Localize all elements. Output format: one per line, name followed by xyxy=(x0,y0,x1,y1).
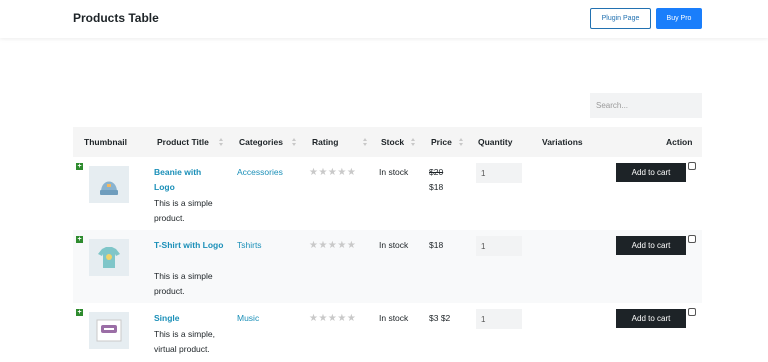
column-categories[interactable]: Categories xyxy=(239,127,283,157)
stock-status: In stock xyxy=(379,240,409,250)
expand-row-icon[interactable]: + xyxy=(76,309,83,316)
table-header: Thumbnail Product Title Categories Ratin… xyxy=(73,127,702,157)
sale-price: $18 xyxy=(429,182,444,192)
expand-row-icon[interactable]: + xyxy=(76,163,83,170)
select-checkbox[interactable] xyxy=(688,308,696,316)
product-category-link[interactable]: Tshirts xyxy=(237,238,262,253)
add-to-cart-button[interactable]: Add to cart xyxy=(616,309,686,328)
buy-pro-button[interactable]: Buy Pro xyxy=(656,8,702,29)
select-checkbox[interactable] xyxy=(688,162,696,170)
expand-row-icon[interactable]: + xyxy=(76,236,83,243)
quantity-input[interactable] xyxy=(476,309,522,329)
column-product-title[interactable]: Product Title xyxy=(157,127,209,157)
sort-icon[interactable] xyxy=(411,138,416,146)
product-title-link[interactable]: T-Shirt with Logo xyxy=(154,238,224,253)
product-title-link[interactable]: Single xyxy=(154,311,224,326)
regular-price: $20 xyxy=(429,167,444,177)
sort-icon[interactable] xyxy=(292,138,297,146)
rating-stars: ★★★★★ xyxy=(309,313,357,324)
rating-stars: ★★★★★ xyxy=(309,240,357,251)
plugin-page-button[interactable]: Plugin Page xyxy=(590,8,651,29)
column-thumbnail: Thumbnail xyxy=(84,137,127,147)
table-row: + Single This is a simple, virtual produ… xyxy=(73,303,702,362)
product-thumbnail[interactable] xyxy=(89,166,129,203)
product-description: This is a simple product. xyxy=(154,198,213,223)
sort-icon[interactable] xyxy=(459,138,464,146)
table-row: + Beanie with Logo This is a simple prod… xyxy=(73,157,702,230)
sale-price: $3 $2 xyxy=(429,313,451,323)
search-input[interactable] xyxy=(590,93,702,118)
product-price: $18 xyxy=(429,238,443,253)
add-to-cart-button[interactable]: Add to cart xyxy=(616,163,686,182)
stock-status: In stock xyxy=(379,313,409,323)
column-action: Action xyxy=(666,137,693,147)
column-rating[interactable]: Rating xyxy=(312,127,338,157)
tshirt-icon xyxy=(89,239,129,276)
product-category-link[interactable]: Music xyxy=(237,311,259,326)
product-price: $3 $2 xyxy=(429,311,450,326)
product-title-link[interactable]: Beanie with Logo xyxy=(154,165,224,195)
page-title: Products Table xyxy=(73,11,159,25)
sort-icon[interactable] xyxy=(363,138,368,146)
stock-status: In stock xyxy=(379,167,409,177)
column-stock[interactable]: Stock xyxy=(381,127,404,157)
product-category-link[interactable]: Accessories xyxy=(237,165,283,180)
quantity-input[interactable] xyxy=(476,163,522,183)
select-checkbox[interactable] xyxy=(688,235,696,243)
product-thumbnail[interactable] xyxy=(89,312,129,349)
top-bar: Products Table Plugin Page Buy Pro xyxy=(0,0,768,38)
column-quantity: Quantity xyxy=(478,137,513,147)
product-price: $20 $18 xyxy=(429,165,443,195)
rating-stars: ★★★★★ xyxy=(309,167,357,178)
product-description: This is a simple product. xyxy=(154,271,213,296)
column-price[interactable]: Price xyxy=(431,127,452,157)
product-thumbnail[interactable] xyxy=(89,239,129,276)
quantity-input[interactable] xyxy=(476,236,522,256)
add-to-cart-button[interactable]: Add to cart xyxy=(616,236,686,255)
sale-price: $18 xyxy=(429,240,444,250)
table-row: + T-Shirt with Logo This is a simple pro… xyxy=(73,230,702,303)
column-variations: Variations xyxy=(542,137,583,147)
beanie-icon xyxy=(89,166,129,203)
sort-icon[interactable] xyxy=(219,138,224,146)
woo-album-icon xyxy=(89,312,129,349)
product-description: This is a simple, virtual product. xyxy=(154,329,215,354)
